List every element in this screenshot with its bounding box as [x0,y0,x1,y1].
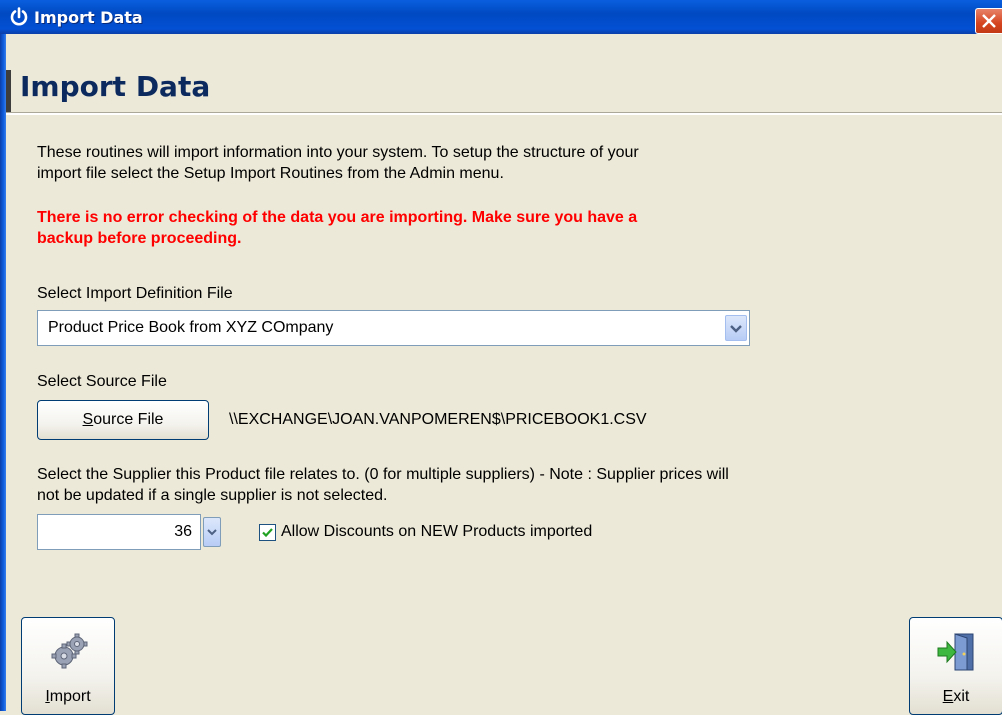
definition-selected-value: Product Price Book from XYZ COmpany [48,319,334,336]
title-bar: Import Data [0,0,1002,34]
definition-label: Select Import Definition File [37,285,233,302]
header-accent-bar [6,70,11,114]
dropdown-button[interactable] [725,315,747,341]
intro-text-line2: import file select the Setup Import Rout… [37,165,504,182]
window-title: Import Data [34,8,143,27]
checkmark-icon [262,528,273,538]
supplier-dropdown-button[interactable] [203,517,221,547]
source-file-button[interactable]: Source File [37,400,209,440]
header-divider [6,112,1002,115]
exit-door-icon [937,633,974,671]
close-icon [982,14,996,28]
import-button[interactable]: Import [21,617,115,715]
window-frame-left [0,34,6,711]
warning-text-line1: There is no error checking of the data y… [37,209,638,226]
import-label-rest: mport [49,688,91,705]
supplier-text-line1: Select the Supplier this Product file re… [37,466,729,483]
allow-discounts-checkbox[interactable] [259,524,276,541]
power-icon [10,7,28,26]
import-button-label: Import [22,688,114,706]
close-button[interactable] [975,8,1002,34]
exit-button-label: Exit [910,688,1002,706]
page-title: Import Data [20,70,211,103]
supplier-value: 36 [174,523,192,540]
exit-label-rest: xit [953,688,970,705]
source-file-path: \\EXCHANGE\JOAN.VANPOMEREN$\PRICEBOOK1.C… [229,411,647,428]
source-label: Select Source File [37,373,167,390]
gears-icon [51,633,88,669]
chevron-down-icon [730,325,742,333]
supplier-input[interactable]: 36 [37,514,201,550]
source-button-mnemonic: S [82,411,94,428]
definition-dropdown[interactable]: Product Price Book from XYZ COmpany [37,310,750,346]
intro-text-line1: These routines will import information i… [37,144,639,161]
supplier-text-line2: not be updated if a single supplier is n… [37,487,388,504]
source-button-label: ource File [93,411,164,428]
allow-discounts-label: Allow Discounts on NEW Products imported [281,523,593,540]
exit-button[interactable]: Exit [909,617,1002,715]
exit-mnemonic: E [942,688,954,705]
warning-text-line2: backup before proceeding. [37,230,242,247]
chevron-down-icon [207,529,217,536]
